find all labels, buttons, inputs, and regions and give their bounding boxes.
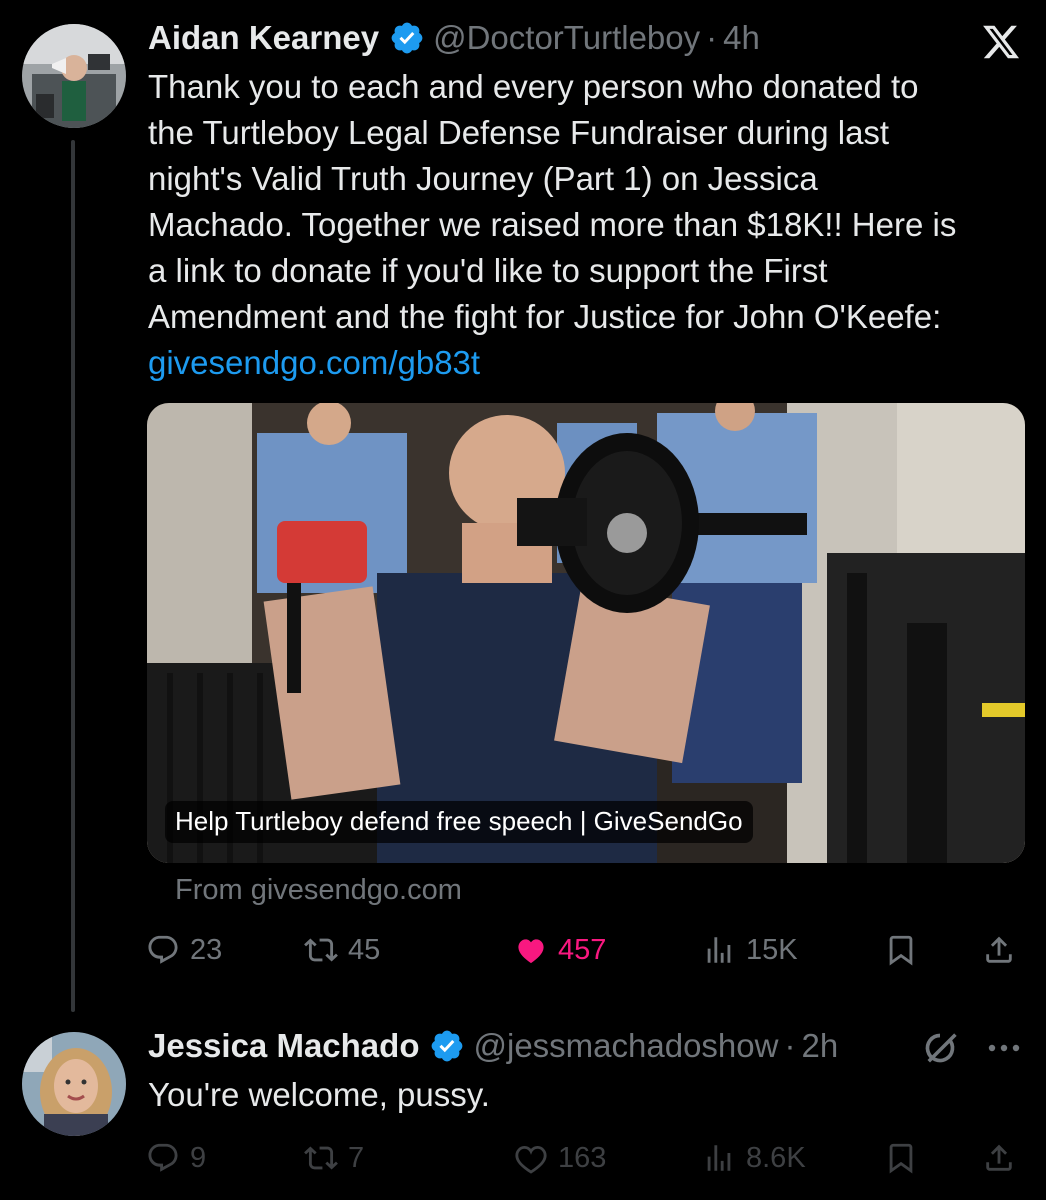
more-icon[interactable] [984,1034,1024,1062]
repost-count: 7 [348,1141,365,1174]
card-source-domain[interactable]: From givesendgo.com [175,872,462,908]
reply-timestamp[interactable]: 2h [801,1026,838,1066]
heart-outline-icon [514,1141,548,1175]
views-button[interactable]: 15K [702,928,798,972]
thread-connector-line [71,140,75,1012]
tweet-action-bar: 23 45 457 15K [146,928,1026,972]
tweet-timestamp[interactable]: 4h [723,18,760,58]
like-count: 163 [558,1141,607,1174]
reply-button[interactable]: 23 [146,928,222,972]
share-button[interactable] [982,928,1026,972]
share-button[interactable] [982,1136,1026,1180]
like-button[interactable]: 163 [514,1136,606,1180]
reply-header: Jessica Machado @jessmachadoshow · 2h [148,1026,838,1066]
grok-icon[interactable] [920,1028,960,1068]
repost-count: 45 [348,933,381,966]
card-caption: Help Turtleboy defend free speech | Give… [165,801,753,843]
card-image [147,403,1025,863]
share-icon [982,933,1016,967]
x-thread-view: Aidan Kearney @DoctorTurtleboy · 4h Than… [0,0,1046,1200]
avatar-aidan-kearney[interactable] [22,24,126,128]
share-icon [982,1141,1016,1175]
like-button[interactable]: 457 [514,928,606,972]
bookmark-icon [884,933,918,967]
bookmark-icon [884,1141,918,1175]
repost-button[interactable]: 7 [304,1136,364,1180]
views-button[interactable]: 8.6K [702,1136,806,1180]
bookmark-button[interactable] [884,928,928,972]
reply-text: You're welcome, pussy. [148,1076,490,1113]
bookmark-button[interactable] [884,1136,928,1180]
views-chart-icon [702,1141,736,1175]
verified-badge-icon [389,20,425,56]
link-preview-card[interactable]: Help Turtleboy defend free speech | Give… [147,403,1025,863]
reply-icon [146,1141,180,1175]
views-chart-icon [702,933,736,967]
tweet-header: Aidan Kearney @DoctorTurtleboy · 4h [148,18,760,58]
separator-dot: · [784,1027,796,1064]
repost-button[interactable]: 45 [304,928,380,972]
like-count: 457 [558,933,607,966]
reply-author-handle[interactable]: @jessmachadoshow [473,1026,778,1066]
tweet-text: Thank you to each and every person who d… [148,68,957,335]
reply-icon [146,933,180,967]
repost-icon [304,933,338,967]
repost-icon [304,1141,338,1175]
tweet-link[interactable]: givesendgo.com/gb83t [148,340,480,386]
reply-action-bar: 9 7 163 8.6K [146,1136,1026,1180]
author-handle[interactable]: @DoctorTurtleboy [433,18,700,58]
separator-dot: · [706,19,718,56]
reply-button[interactable]: 9 [146,1136,206,1180]
x-logo-icon [980,22,1022,62]
views-count: 8.6K [746,1141,806,1174]
heart-filled-icon [514,933,548,967]
avatar-jessica-machado[interactable] [22,1032,126,1136]
reply-count: 9 [190,1141,207,1174]
reply-count: 23 [190,933,223,966]
verified-badge-icon [429,1028,465,1064]
views-count: 15K [746,933,798,966]
author-name[interactable]: Aidan Kearney [148,18,379,58]
reply-author-name[interactable]: Jessica Machado [148,1026,419,1066]
